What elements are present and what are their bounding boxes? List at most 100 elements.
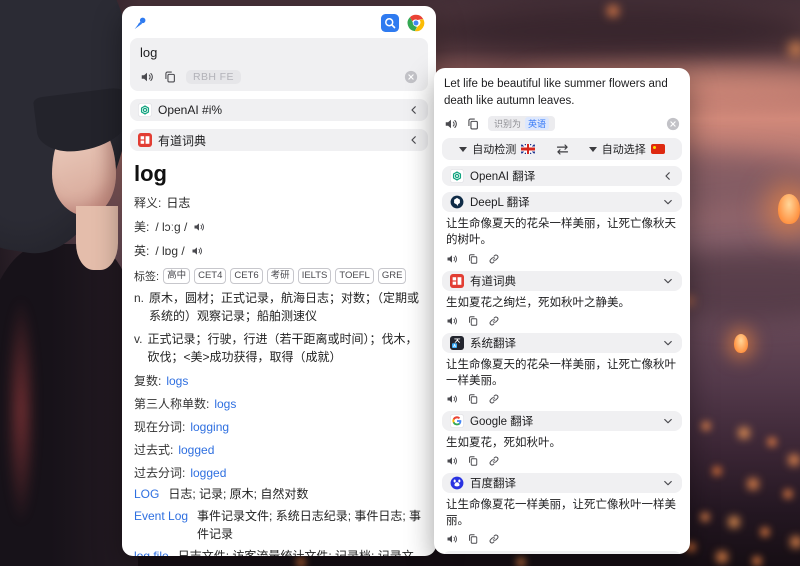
service-name: 百度翻译 [470, 475, 516, 491]
tags-row: 标签: 高中CET4CET6考研IELTSTOEFLGRE [134, 268, 424, 284]
chevron-down-icon[interactable] [662, 196, 674, 208]
service-header[interactable]: Google 翻译 [442, 411, 682, 431]
definition-text: 正式记录；行驶，行进（若干距离或时间）；伐木，砍伐；<美>成功获得，取得（成就） [147, 330, 424, 366]
copy-icon[interactable] [467, 393, 479, 405]
search-input[interactable]: log [140, 45, 418, 61]
service-openai: OpenAI 翻译 [442, 166, 682, 186]
speaker-icon[interactable] [446, 253, 458, 265]
source-language-select[interactable]: 自动检测 [442, 141, 553, 157]
word-form-row: 过去式:logged [134, 441, 424, 458]
sky-lantern [734, 334, 748, 353]
gloss-value: 日志 [166, 196, 190, 210]
service-header[interactable]: 系统翻译 [442, 333, 682, 353]
speaker-icon[interactable] [446, 393, 458, 405]
translation-body: 让生命像夏天的花朵一样美丽，让死亡像秋天的树叶。 [442, 212, 682, 264]
link-icon[interactable] [488, 533, 500, 545]
section-name: 有道词典 [158, 132, 206, 149]
word-form-link[interactable]: logged [190, 466, 226, 480]
phrase-definition: 日志; 记录; 原木; 自然对数 [168, 486, 308, 503]
link-icon[interactable] [488, 253, 500, 265]
translation-body: 生如夏花之绚烂，死如秋叶之静美。 [442, 291, 682, 327]
service-deepl: DeepL 翻译 让生命像夏天的花朵一样美丽，让死亡像秋天的树叶。 [442, 192, 682, 264]
link-icon[interactable] [488, 315, 500, 327]
search-box[interactable]: log RBH FE [130, 38, 428, 91]
definition-row: v. 正式记录；行驶，行进（若干距离或时间）；伐木，砍伐；<美>成功获得，取得（… [134, 330, 424, 366]
service-header[interactable]: OpenAI 翻译 [442, 166, 682, 186]
speaker-icon[interactable] [446, 455, 458, 467]
copy-icon[interactable] [466, 117, 480, 131]
wallpaper-figure [0, 0, 140, 566]
tags-label: 标签: [134, 268, 159, 284]
service-name: 火山翻译 [470, 553, 516, 554]
system-logo-icon [450, 336, 464, 350]
service-header[interactable]: 百度翻译 [442, 473, 682, 493]
speaker-icon[interactable] [191, 245, 203, 257]
speaker-icon[interactable] [140, 70, 154, 84]
phrase-term-link[interactable]: Event Log [134, 508, 188, 543]
cloud-shape [430, 6, 800, 58]
exam-tag: CET4 [194, 268, 226, 284]
link-icon[interactable] [488, 455, 500, 467]
part-of-speech: v. [134, 330, 142, 366]
word-form-row: 过去分词: logged [134, 464, 424, 481]
translation-actions [446, 315, 678, 327]
chevron-down-icon[interactable] [662, 337, 674, 349]
chevron-left-icon[interactable] [408, 134, 420, 146]
word-form-link[interactable]: logged [178, 443, 214, 457]
swap-languages-button[interactable] [555, 142, 570, 157]
source-language-label: 自动检测 [472, 141, 516, 157]
chevron-down-icon[interactable] [662, 415, 674, 427]
exam-tag: TOEFL [335, 268, 373, 284]
clear-input-button[interactable] [404, 70, 418, 84]
source-text-input[interactable]: Let life be beautiful like summer flower… [442, 76, 682, 109]
shortcut-hint-badge: RBH FE [186, 70, 241, 84]
translation-text: 生如夏花之绚烂，死如秋叶之静美。 [446, 295, 678, 311]
link-icon[interactable] [488, 393, 500, 405]
copy-icon[interactable] [467, 315, 479, 327]
phrase-term-link[interactable]: LOG [134, 486, 159, 503]
detected-language-badge: 识别为 英语 [488, 116, 555, 131]
translation-text: 让生命像夏天的花朵一样美丽，让死亡像秋叶一样美丽。 [446, 357, 678, 389]
word-form-link[interactable]: logs [214, 397, 236, 411]
window-topbar [130, 12, 428, 34]
target-language-select[interactable]: 自动选择 [572, 141, 683, 157]
exam-tag: 考研 [267, 268, 294, 284]
chevron-down-icon[interactable] [662, 275, 674, 287]
copy-icon[interactable] [467, 455, 479, 467]
word-form-link[interactable]: logging [190, 420, 229, 434]
service-header[interactable]: 有道词典 [442, 271, 682, 291]
detected-language: 英语 [525, 117, 549, 130]
gloss-row: 释义: 日志 [134, 194, 424, 211]
service-header[interactable]: 火山翻译 [442, 551, 682, 554]
copy-icon[interactable] [467, 253, 479, 265]
speaker-icon[interactable] [446, 315, 458, 327]
chevron-down-icon[interactable] [662, 477, 674, 489]
service-youdao: 有道词典 生如夏花之绚烂，死如秋叶之静美。 [442, 271, 682, 327]
detected-label: 识别为 [494, 117, 521, 130]
chevron-left-icon[interactable] [662, 170, 674, 182]
translation-actions [446, 455, 678, 467]
chevron-left-icon[interactable] [408, 104, 420, 116]
word-form-link[interactable]: logs [166, 374, 188, 388]
chrome-icon[interactable] [407, 14, 425, 32]
openai-logo-icon [450, 169, 464, 183]
baidu-logo-icon [450, 476, 464, 490]
speaker-icon[interactable] [444, 117, 458, 131]
search-actions: RBH FE [140, 70, 418, 84]
clear-input-button[interactable] [666, 117, 680, 131]
word-form-label: 过去分词: [134, 466, 185, 480]
gloss-label: 释义: [134, 196, 161, 210]
exam-tag: GRE [378, 268, 407, 284]
part-of-speech: n. [134, 289, 144, 325]
launcher-app-icon[interactable] [381, 14, 399, 32]
pin-icon[interactable] [133, 16, 148, 31]
phrase-term-link[interactable]: log file [134, 548, 169, 556]
section-header-openai[interactable]: OpenAI #i% [130, 99, 428, 121]
dropdown-arrow-icon [459, 147, 467, 152]
speaker-icon[interactable] [446, 533, 458, 545]
speaker-icon[interactable] [193, 221, 205, 233]
copy-icon[interactable] [163, 70, 177, 84]
service-header[interactable]: DeepL 翻译 [442, 192, 682, 212]
copy-icon[interactable] [467, 533, 479, 545]
section-header-youdao[interactable]: 有道词典 [130, 129, 428, 151]
